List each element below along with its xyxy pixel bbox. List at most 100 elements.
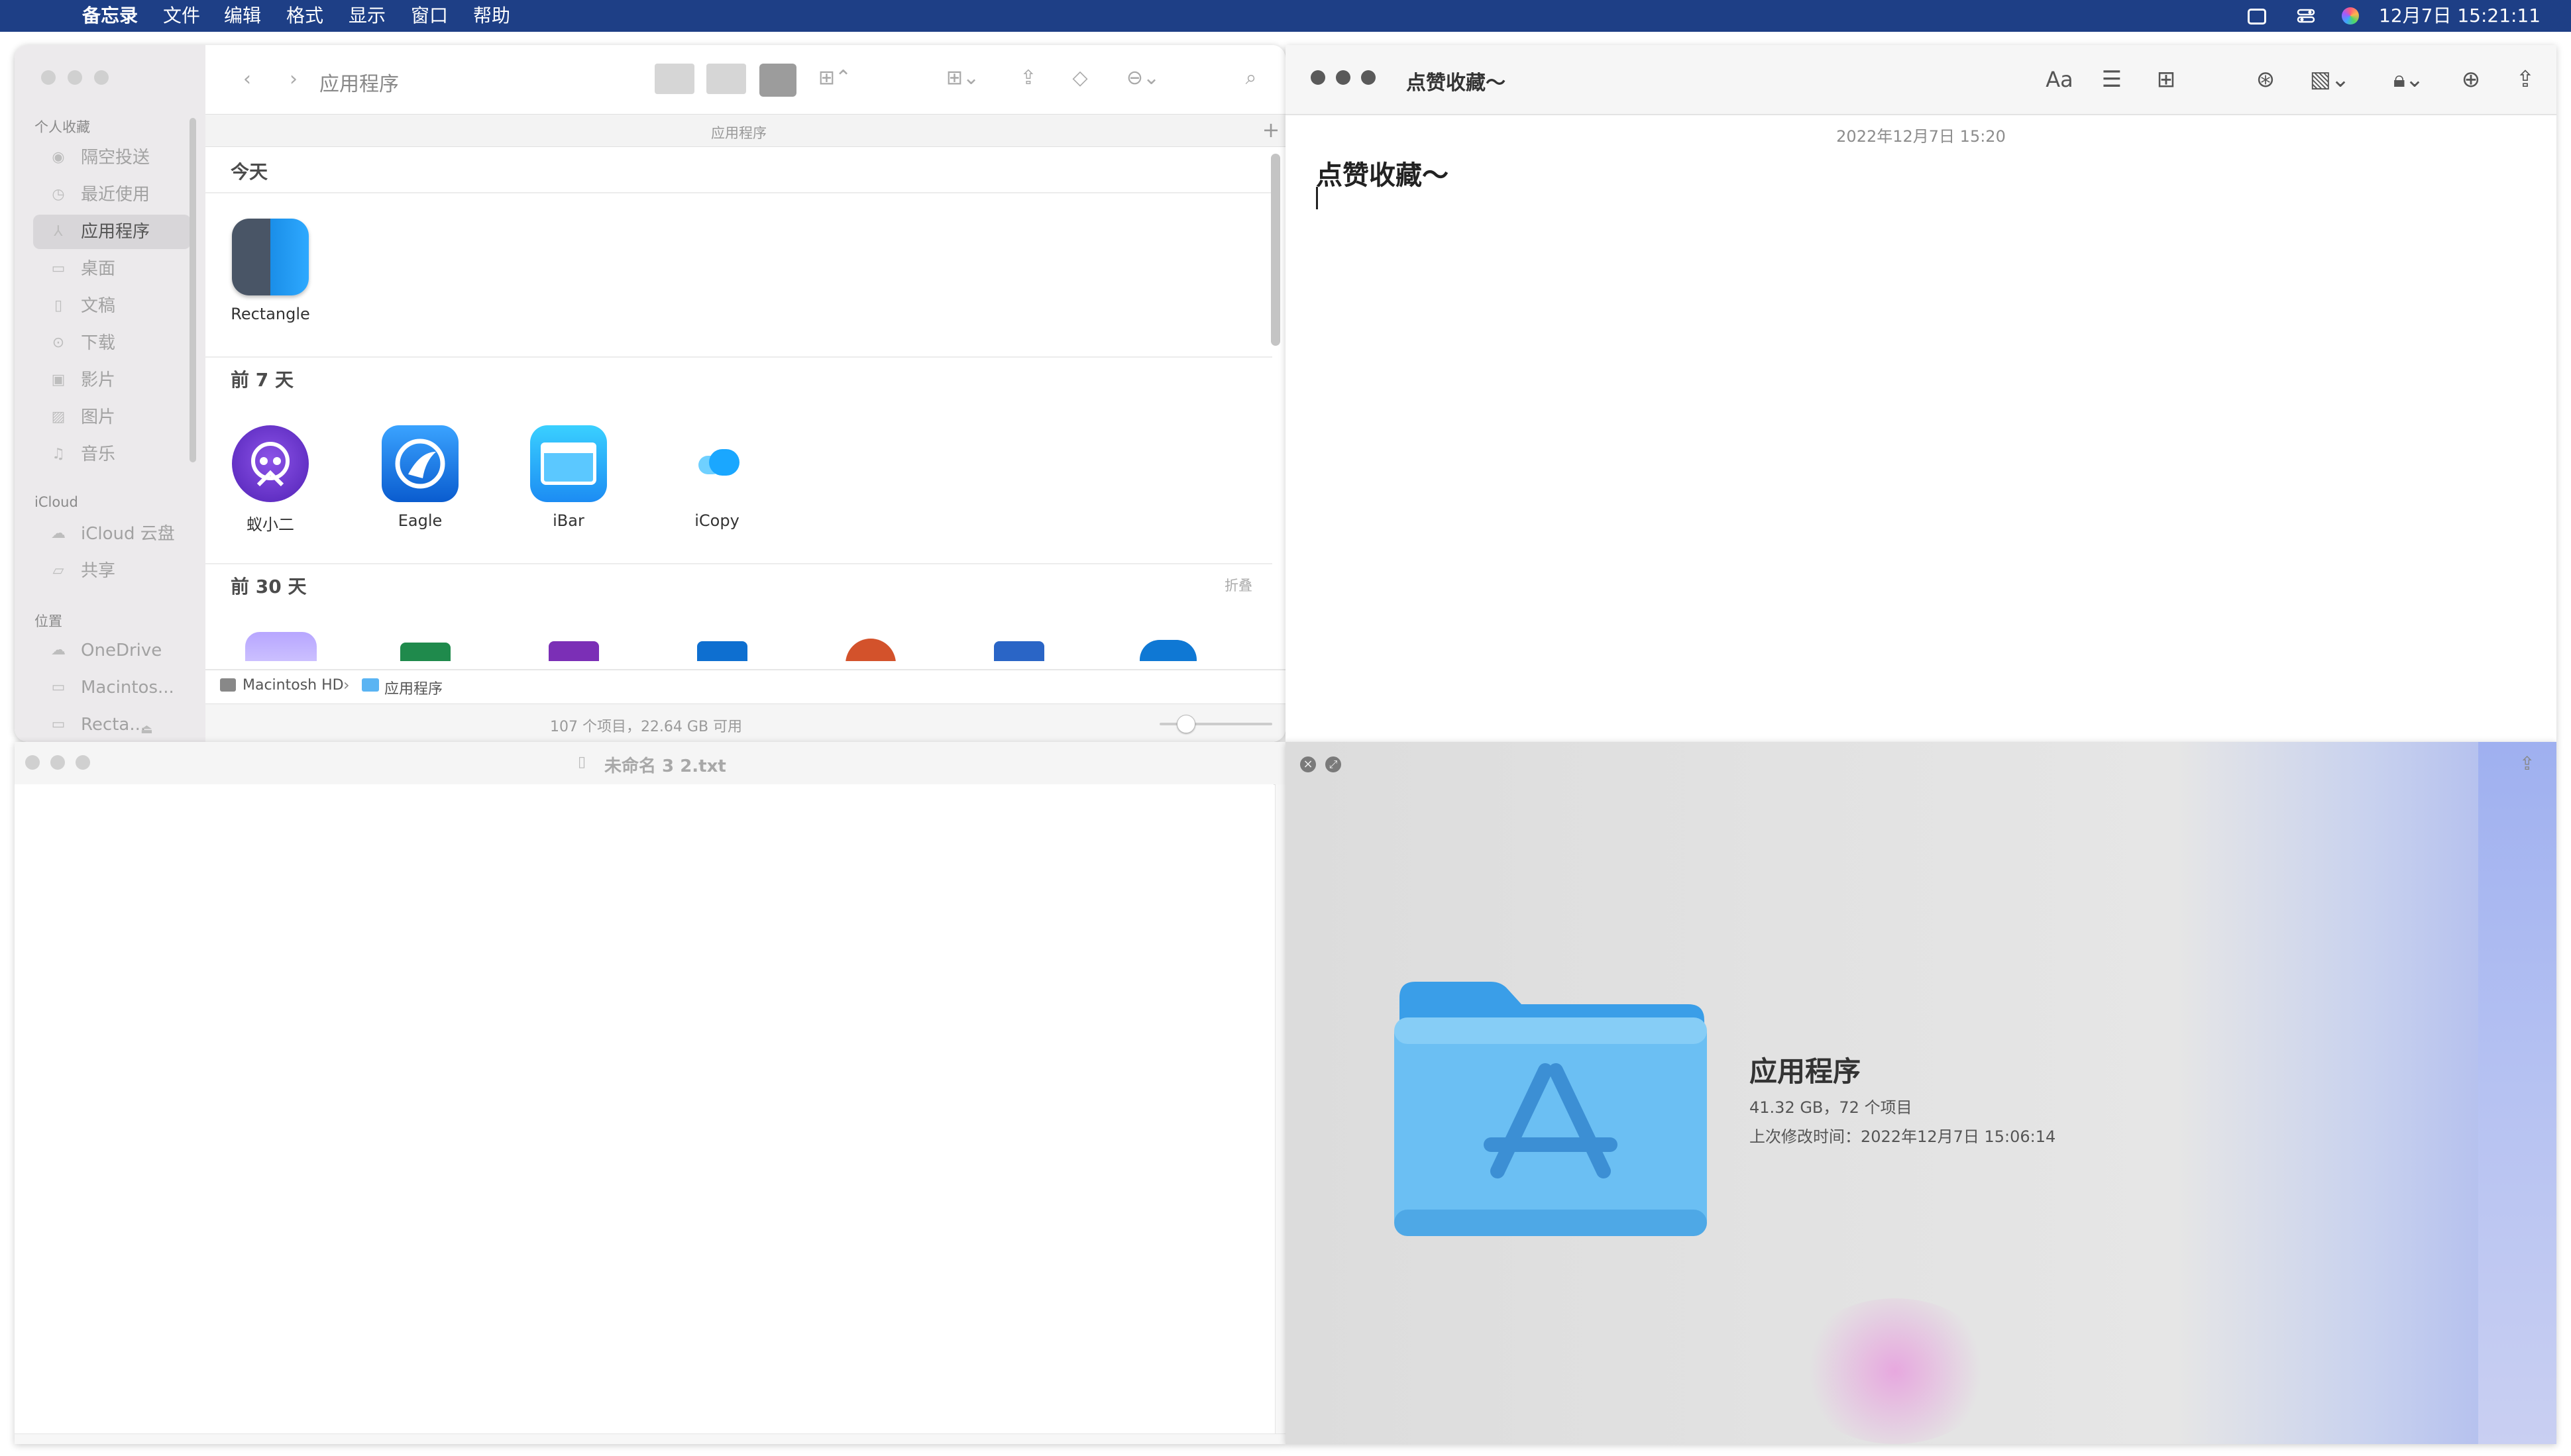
slider-knob[interactable] [1177,715,1195,733]
sidebar-scrollbar[interactable] [190,118,196,462]
sidebar-favorites-header: 个人收藏 [34,119,90,135]
menu-file[interactable]: 文件 [163,5,200,26]
item-name: 应用程序 [1749,1055,1861,1088]
menu-edit[interactable]: 编辑 [224,5,261,26]
share-icon[interactable]: ⇪ [2519,753,2535,774]
close-button[interactable] [1311,70,1325,85]
collapse-link[interactable]: 折叠 [1225,575,1252,595]
search-icon[interactable]: ⌕ [1238,65,1264,91]
siri-icon[interactable] [2342,7,2359,25]
minimize-button[interactable] [1336,70,1350,85]
group-icon[interactable]: ⊞⌄ [940,65,986,91]
sidebar-item[interactable]: ◷ 最近使用 [33,178,191,212]
close-button[interactable] [25,755,40,770]
download-icon: ⊙ [52,335,65,351]
app-name: Eagle [398,511,443,530]
textedit-title: 未命名 3 2.txt [604,756,726,776]
app-rectangle[interactable]: Rectangle [217,219,323,323]
text-area[interactable] [15,784,1274,1433]
share-icon[interactable]: ⇪ [2509,65,2542,94]
onenote-icon[interactable] [549,641,599,661]
partial-app-icon[interactable] [245,632,317,661]
menu-format[interactable]: 格式 [286,5,323,26]
cloud-icon: ☁ [51,525,66,542]
app-name: Rectangle [231,305,310,323]
gallery-view-icon[interactable] [759,64,796,97]
sidebar-item[interactable]: ▯ 文稿 [33,289,191,323]
app-icopy[interactable]: iCopy [664,425,770,530]
app-yixiaoer[interactable]: 蚁小二 [217,425,323,535]
zoom-button[interactable] [76,755,90,770]
grid-view-icon[interactable]: ⊞⌃ [815,65,855,91]
media-icon[interactable]: ▧⌄ [2303,65,2356,94]
share-note-icon[interactable]: ⊕ [2454,65,2488,94]
content-scrollbar[interactable] [1271,154,1280,346]
textedit-scrollbar[interactable] [1275,784,1286,1444]
blur-backdrop [1796,1298,1995,1444]
item-modified: 上次修改时间：2022年12月7日 15:06:14 [1749,1127,2056,1146]
forward-icon[interactable]: › [284,66,303,93]
note-title[interactable]: 点赞收藏～ [1316,154,1449,192]
path-folder[interactable]: 应用程序 [384,677,443,698]
table-icon[interactable]: ⊞ [2150,65,2183,94]
minimize-button[interactable] [50,755,65,770]
sidebar-item[interactable]: ⊙ 下载 [33,326,191,360]
excel-icon[interactable] [400,643,451,661]
sidebar-item-label: 下载 [81,333,116,353]
sidebar-item[interactable]: ▨ 图片 [33,400,191,435]
tag-icon[interactable]: ◇ [1067,65,1093,91]
note-date: 2022年12月7日 15:20 [1836,127,2006,146]
zoom-button[interactable] [94,70,109,85]
sidebar-item[interactable]: ▭ 桌面 [33,252,191,286]
item-size: 41.32 GB，72 个项目 [1749,1098,1912,1117]
disk-icon: ▭ [51,679,66,696]
quicklook-window: × ⤢ ⇪ 应用程序 41.32 GB，72 个项目 上次修改时间：2022年1… [1286,742,2556,1444]
more-actions-icon[interactable]: ⊖⌄ [1120,65,1166,91]
fullscreen-icon[interactable]: ⤢ [1325,756,1341,772]
menu-window[interactable]: 窗口 [411,5,448,26]
sidebar-item[interactable]: ♫ 音乐 [33,437,191,472]
control-center-icon[interactable] [2297,7,2315,25]
eject-icon[interactable]: ⏏ [140,721,153,737]
lock-icon[interactable]: 🔒︎⌄ [2385,65,2432,94]
menu-app-name[interactable]: 备忘录 [82,5,138,26]
add-tab-icon[interactable]: + [1259,117,1283,142]
sidebar-item-label: 影片 [81,370,116,390]
menubar-clock[interactable]: 12月7日 15:21:11 [2379,5,2541,26]
checklist-icon[interactable]: ☰ [2095,65,2128,94]
back-icon[interactable]: ‹ [237,66,257,93]
powerpoint-icon[interactable] [846,639,896,661]
finder-window: 个人收藏 ◉ 隔空投送 ◷ 最近使用 ⅄ 应用程序 ▭ 桌面 ▯ 文稿 ⊙ 下载 ▣ 影片 ▨ 图片 ♫ 音乐 i… [15,45,1286,742]
collaborate-icon[interactable]: ⊛ [2249,65,2282,94]
sidebar-item[interactable]: ☁ iCloud 云盘 [33,517,191,551]
onedrive-icon[interactable] [1140,640,1197,661]
sidebar-item-label: 桌面 [81,259,116,279]
close-button[interactable] [41,70,56,85]
format-text-icon[interactable]: Aa [2041,65,2078,94]
textedit-hscrollbar[interactable] [15,1433,1286,1444]
app-ibar[interactable]: iBar [516,425,622,530]
close-icon[interactable]: × [1300,756,1316,772]
sidebar-item[interactable]: ⅄ 应用程序 [33,215,191,249]
menu-help[interactable]: 帮助 [473,5,510,26]
zoom-button[interactable] [1361,70,1376,85]
outlook-icon[interactable] [697,641,747,661]
sidebar-item[interactable]: ☁ OneDrive [33,633,191,668]
minimize-button[interactable] [68,70,82,85]
shared-folder-icon: ▱ [52,562,64,579]
sidebar-item[interactable]: ▣ 影片 [33,363,191,397]
app-eagle[interactable]: Eagle [367,425,473,530]
folder-view-icon[interactable] [655,64,694,94]
sidebar-item[interactable]: ▱ 共享 [33,554,191,588]
sidebar-item[interactable]: ◉ 隔空投送 [33,140,191,175]
sidebar-item[interactable]: ▭ Macintos... [33,670,191,705]
menu-view[interactable]: 显示 [349,5,386,26]
sidebar-item-label: Recta... [81,715,146,735]
share-icon[interactable]: ⇪ [1015,65,1042,91]
folder-view-icon[interactable] [706,64,746,94]
menubar-extra-icon[interactable] [2248,9,2266,25]
word-icon[interactable] [994,641,1044,661]
path-disk[interactable]: Macintosh HD [243,677,344,694]
sidebar-item[interactable]: ▭ Recta... [33,707,191,742]
disk-icon: ▭ [51,716,66,733]
